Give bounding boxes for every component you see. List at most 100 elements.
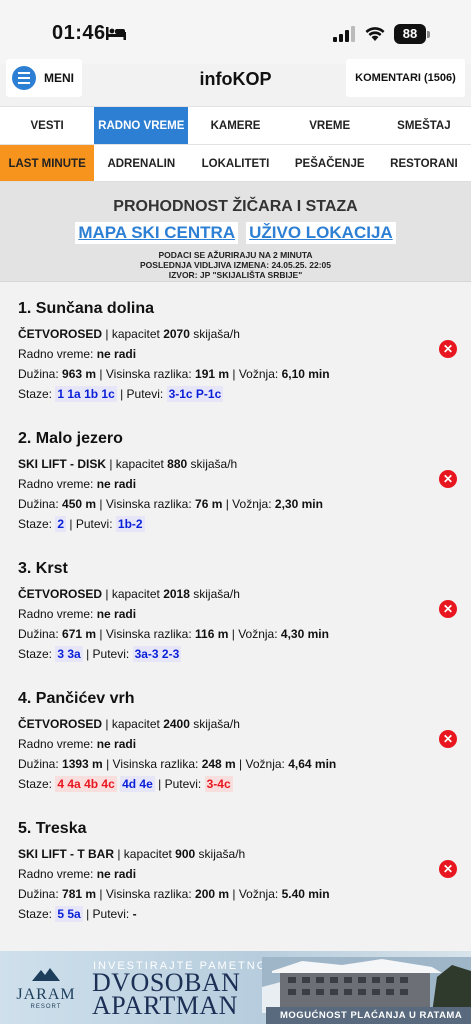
skiers-unit: skijaša/h [193, 587, 240, 601]
tab-adrenalin[interactable]: ADRENALIN [94, 145, 188, 181]
hamburger-icon [12, 66, 36, 90]
ad-banner[interactable]: JARAM RESORT INVESTIRAJTE PAMETNO DVOSOB… [0, 951, 471, 1024]
lift-status: ne radi [96, 867, 137, 881]
height-diff-label: Visinska razlika: [105, 887, 192, 901]
slopes-chip[interactable]: 5 5a [55, 906, 83, 922]
tab-pesacenje[interactable]: PEŠAČENJE [283, 145, 377, 181]
lift-capacity: 880 [167, 457, 188, 471]
closed-status-icon: ✕ [439, 340, 457, 358]
live-location-link[interactable]: UŽIVO LOKACIJA [246, 222, 396, 244]
section-links: MAPA SKI CENTRA UŽIVO LOKACIJA [0, 222, 471, 244]
paths-chip[interactable]: 3a-3 2-3 [132, 646, 182, 662]
menu-button[interactable]: MENI [6, 59, 82, 97]
lift-type-line: ČETVOROSED | kapacitet 2400 skijaša/h [18, 717, 240, 731]
skiers-unit: skijaša/h [193, 327, 240, 341]
battery-icon: 88 [394, 24, 430, 44]
paths-chip[interactable]: 3-1c P-1c [166, 386, 224, 402]
slopes-label: Staze: [18, 907, 53, 921]
tab-vreme[interactable]: VREME [283, 107, 377, 144]
lift-title: 3. Krst [18, 560, 68, 577]
ride-label: Vožnja: [232, 497, 272, 511]
lift-slopes-line: Staze: 4 4a 4b 4c 4d 4e | Putevi: 3-4c [18, 776, 233, 792]
length-label: Dužina: [18, 627, 59, 641]
tab-vesti[interactable]: VESTI [0, 107, 94, 144]
hours-label: Radno vreme: [18, 607, 94, 621]
mountain-icon [32, 968, 60, 981]
ad-headline-line2: APARTMAN [92, 991, 238, 1020]
tab-restorani[interactable]: RESTORANI [377, 145, 471, 181]
skiers-unit: skijaša/h [190, 457, 238, 471]
skiers-unit: skijaša/h [193, 717, 240, 731]
capacity-label: kapacitet [123, 847, 172, 861]
slopes-chip[interactable]: 4d 4e [120, 776, 155, 792]
lift-capacity: 2070 [163, 327, 190, 341]
bed-icon [106, 27, 126, 40]
lift-hours-line: Radno vreme: ne radi [18, 604, 453, 624]
slopes-chip[interactable]: 3 3a [55, 646, 83, 662]
tab-smestaj[interactable]: SMEŠTAJ [377, 107, 471, 144]
capacity-label: kapacitet [111, 327, 160, 341]
slopes-label: Staze: [18, 517, 53, 531]
height-diff-label: Visinska razlika: [105, 367, 192, 381]
lift-stats-line: Dužina: 781 m | Visinska razlika: 200 m … [18, 887, 330, 901]
paths-chip: - [132, 907, 137, 921]
lift-status: ne radi [96, 737, 137, 751]
ride-label: Vožnja: [238, 887, 279, 901]
lift-stats-line: Dužina: 1393 m | Visinska razlika: 248 m… [18, 757, 337, 771]
paths-chip[interactable]: 1b-2 [115, 516, 145, 532]
tab-radno-vreme[interactable]: RADNO VREME [94, 107, 189, 144]
cellular-signal-icon [333, 26, 355, 42]
lift-slopes-line: Staze: 2 | Putevi: 1b-2 [18, 516, 145, 532]
hours-label: Radno vreme: [18, 477, 94, 491]
lift-status: ne radi [96, 607, 137, 621]
lift-length: 450 m [62, 497, 97, 511]
hours-label: Radno vreme: [18, 867, 94, 881]
lift-status: ne radi [96, 477, 137, 491]
paths-label: Putevi: [126, 387, 164, 401]
lift-hours-line: Radno vreme: ne radi [18, 474, 453, 494]
slopes-label: Staze: [18, 647, 53, 661]
lift-length: 1393 m [62, 757, 103, 771]
lift-item: 4. Pančićev vrh ČETVOROSED | kapacitet 2… [0, 684, 471, 814]
lift-ride-time: 4,64 min [288, 757, 337, 771]
lift-type-line: ČETVOROSED | kapacitet 2070 skijaša/h [18, 327, 240, 341]
closed-status-icon: ✕ [439, 470, 457, 488]
ski-map-link[interactable]: MAPA SKI CENTRA [75, 222, 239, 244]
slopes-chip[interactable]: 1 1a 1b 1c [55, 386, 117, 402]
tab-lokaliteti[interactable]: LOKALITETI [188, 145, 282, 181]
lift-title: 2. Malo jezero [18, 430, 123, 447]
tab-last-minute[interactable]: LAST MINUTE [0, 145, 95, 181]
tab-kamere[interactable]: KAMERE [188, 107, 282, 144]
tabs-row-2: LAST MINUTE ADRENALIN LOKALITETI PEŠAČEN… [0, 144, 471, 182]
height-diff-label: Visinska razlika: [105, 627, 192, 641]
last-change-text: POSLEDNJA VIDLJIVA IZMENA: 24.05.25. 22:… [140, 260, 331, 270]
capacity-label: kapacitet [115, 457, 164, 471]
slopes-chip[interactable]: 2 [55, 516, 67, 532]
lift-capacity: 2400 [163, 717, 190, 731]
wifi-icon [365, 27, 385, 41]
lift-ride-time: 5.40 min [281, 887, 330, 901]
paths-chip[interactable]: 3-4c [204, 776, 233, 792]
ad-headline: DVOSOBAN APARTMAN [92, 970, 240, 1020]
slopes-chip[interactable]: 4 4a 4b 4c [55, 776, 117, 792]
lift-ride-time: 2,30 min [274, 497, 323, 511]
lift-length: 671 m [62, 627, 97, 641]
status-time: 01:46 [52, 22, 106, 44]
section-title: PROHODNOST ŽIČARA I STAZA [113, 198, 358, 215]
length-label: Dužina: [18, 757, 59, 771]
lift-slopes-line: Staze: 1 1a 1b 1c | Putevi: 3-1c P-1c [18, 386, 224, 402]
lift-type: SKI LIFT - T BAR [18, 847, 114, 861]
ride-label: Vožnja: [238, 627, 278, 641]
lift-title: 1. Sunčana dolina [18, 300, 155, 317]
comments-button[interactable]: KOMENTARI (1506) [346, 59, 465, 97]
lift-ride-time: 6,10 min [281, 367, 330, 381]
lift-item: 3. Krst ČETVOROSED | kapacitet 2018 skij… [0, 554, 471, 684]
length-label: Dužina: [18, 367, 59, 381]
resort-logo: JARAM RESORT [12, 967, 80, 1010]
paths-label: Putevi: [92, 907, 130, 921]
lift-stats-line: Dužina: 450 m | Visinska razlika: 76 m |… [18, 497, 323, 511]
lift-height-diff: 248 m [201, 757, 236, 771]
lift-type: ČETVOROSED [18, 327, 103, 341]
ad-payment-strip: MOGUĆNOST PLAĆANJA U RATAMA [266, 1007, 471, 1024]
lift-type: ČETVOROSED [18, 587, 103, 601]
